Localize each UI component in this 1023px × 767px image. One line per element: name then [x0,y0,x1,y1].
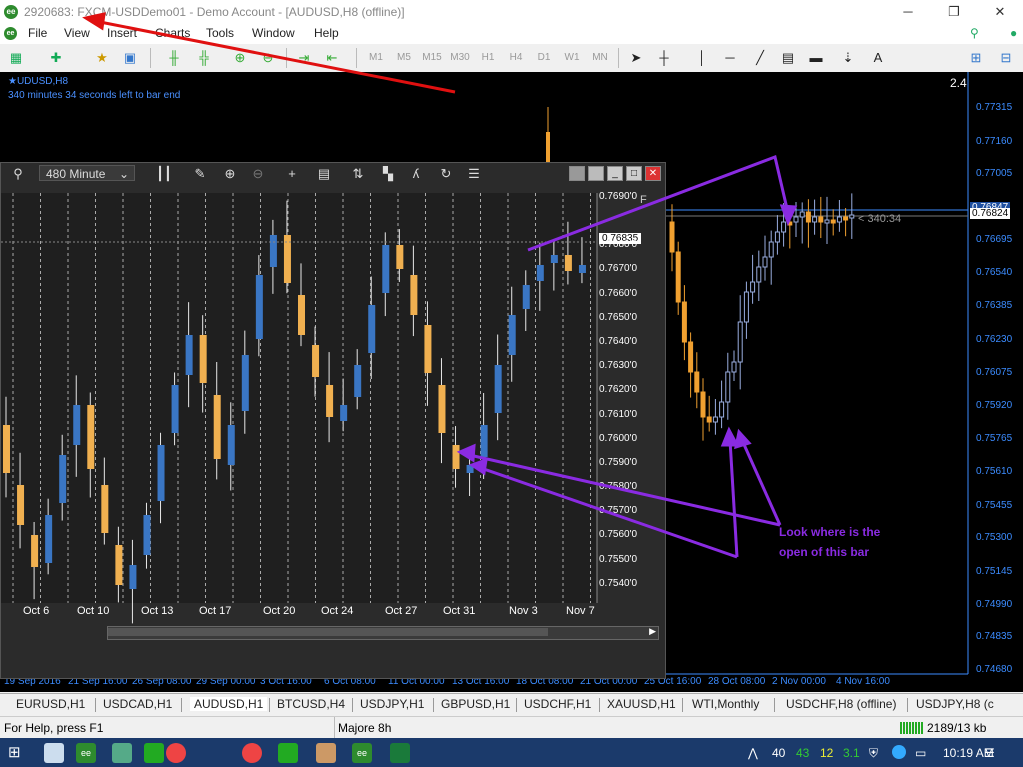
tray-number: 3.1 [843,746,860,760]
tab-separator [682,698,683,712]
profile-name: Majore 8h [338,721,392,735]
purple-arrow-top [527,154,790,252]
network-icon[interactable]: ▭ [915,746,926,760]
tab-separator [269,698,270,712]
taskbar-metatrader-icon[interactable]: ee [76,743,96,763]
tab-gbpusd-h1[interactable]: GBPUSD,H1 [441,697,510,711]
tab-separator [516,698,517,712]
annotation-line-2: open of this bar [779,545,869,559]
tab-usdchf-h1[interactable]: USDCHF,H1 [524,697,591,711]
tab-wti-monthly[interactable]: WTI,Monthly [692,697,759,711]
tray-up-arrow-icon[interactable]: ⋀ [748,746,758,760]
tab-eurusd-h1[interactable]: EURUSD,H1 [16,697,85,711]
status-bar: For Help, press F1 Majore 8h 2189/13 kb [0,716,1023,739]
tab-usdjpy-h1[interactable]: USDJPY,H1 [360,697,424,711]
tab-separator [774,698,775,712]
annotation-line-1: Look where is the [779,525,881,539]
tab-separator [907,698,908,712]
notifications-icon[interactable]: ☰ [984,746,995,760]
tab-usdchf-h8-offline[interactable]: USDCHF,H8 (offline) [786,697,896,711]
purple-arrow-4 [740,439,782,526]
tab-separator [599,698,600,712]
tab-usdjpy-h8[interactable]: USDJPY,H8 (c [916,697,994,711]
chart-tabs: EURUSD,H1 USDCAD,H1 AUDUSD,H1 BTCUSD,H4 … [0,693,1023,716]
tab-btcusd-h4[interactable]: BTCUSD,H4 [277,697,345,711]
tab-separator [352,698,353,712]
taskbar-chrome-icon[interactable] [166,743,186,763]
tab-usdcad-h1[interactable]: USDCAD,H1 [103,697,172,711]
purple-arrow-head [734,428,752,450]
taskbar-app-icon[interactable] [316,743,336,763]
taskbar-app-icon[interactable] [144,743,164,763]
tray-number: 43 [796,746,810,760]
taskbar-app-icon[interactable] [278,743,298,763]
connection-bars-icon [900,722,924,734]
tab-separator [433,698,434,712]
tab-audusd-h1[interactable]: AUDUSD,H1 [190,697,268,711]
taskbar-calculator-icon[interactable] [112,743,132,763]
taskbar-metatrader-icon[interactable]: ee [352,743,372,763]
status-separator [334,717,335,739]
purple-arrow-3 [728,439,739,558]
red-arrow-line [99,20,456,94]
tray-number: 12 [820,746,834,760]
task-view-icon[interactable] [44,743,64,763]
tray-number: 40 [772,746,786,760]
purple-arrow-head [720,426,740,447]
browser-tray-icon[interactable] [892,745,906,759]
taskbar-excel-icon[interactable] [390,743,410,763]
windows-start-icon[interactable]: ⊞ [8,745,24,761]
shield-icon[interactable]: ⛨ [869,746,878,761]
traffic-text: 2189/13 kb [927,721,987,735]
tab-xauusd-h1[interactable]: XAUUSD,H1 [607,697,676,711]
purple-arrow-2 [477,465,738,559]
taskbar: ⊞ ee ee ⋀ 40 43 12 3.1 ⛨ ▭ 10:19 AM ☰ [0,738,1023,767]
annotation-arrows [82,12,798,559]
purple-arrow-head [779,204,798,226]
tab-separator [181,698,182,712]
taskbar-chrome-icon[interactable] [242,743,262,763]
red-arrow-head [82,12,106,31]
help-text: For Help, press F1 [4,721,104,735]
tab-separator [95,698,96,712]
purple-arrow-head [456,443,476,463]
